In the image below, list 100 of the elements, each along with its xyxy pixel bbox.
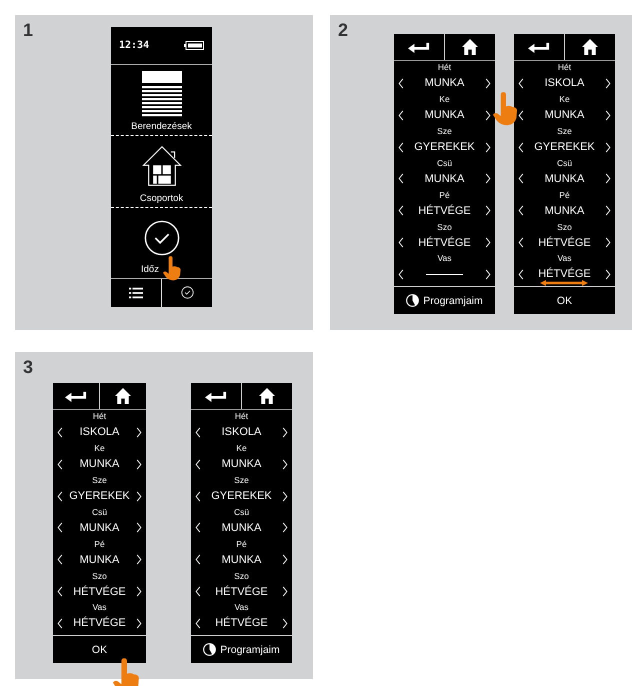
chevron-left-icon[interactable] (195, 618, 201, 629)
chevron-right-icon[interactable] (604, 205, 611, 216)
day-program-value: HÉTVÉGE (418, 204, 471, 217)
chevron-left-icon[interactable] (518, 78, 524, 89)
chevron-left-icon[interactable] (398, 110, 404, 121)
chevron-right-icon[interactable] (136, 522, 142, 534)
day-program-value: ISKOLA (544, 77, 584, 90)
chevron-left-icon[interactable] (398, 237, 404, 248)
day-program-value: HÉTVÉGE (538, 268, 591, 280)
menu-item[interactable]: Csoportok (111, 135, 212, 207)
day-program-value: HÉTVÉGE (418, 236, 471, 249)
chevron-right-icon[interactable] (485, 142, 491, 153)
day-program-value: MUNKA (222, 554, 262, 566)
menu-label: Berendezések (131, 121, 192, 132)
return-arrow-icon (65, 390, 87, 402)
day-program-value: MUNKA (80, 458, 120, 470)
chevron-right-icon[interactable] (282, 426, 288, 438)
chevron-right-icon[interactable] (484, 78, 491, 89)
chevron-right-icon[interactable] (282, 554, 288, 566)
pointing-hand-icon (163, 256, 182, 281)
chevron-left-icon[interactable] (518, 237, 524, 248)
menu-label: Csoportok (140, 192, 184, 204)
chevron-right-icon[interactable] (484, 205, 491, 216)
chevron-right-icon[interactable] (484, 110, 491, 121)
day-label: Szo (437, 222, 452, 233)
chevron-left-icon[interactable] (398, 173, 404, 184)
chevron-left-icon[interactable] (195, 554, 201, 566)
day-label: Ke (439, 94, 450, 106)
menu-item[interactable]: Berendezések (111, 65, 212, 136)
chevron-left-icon[interactable] (57, 618, 63, 629)
day-program-value: MUNKA (544, 109, 584, 122)
day-label: Vas (92, 602, 107, 614)
day-program-value: HÉTVÉGE (215, 586, 268, 598)
chevron-left-icon[interactable] (195, 458, 201, 470)
chevron-left-icon[interactable] (195, 522, 201, 534)
day-label: Csü (556, 158, 572, 169)
chevron-right-icon[interactable] (605, 78, 611, 89)
empty-value-line (426, 274, 463, 275)
chevron-right-icon[interactable] (136, 618, 142, 629)
chevron-right-icon[interactable] (136, 426, 142, 438)
chevron-left-icon[interactable] (195, 586, 201, 598)
chevron-right-icon[interactable] (282, 490, 288, 502)
day-label: Csü (92, 506, 108, 518)
home-icon (582, 39, 598, 55)
list-icon (129, 286, 143, 299)
chevron-right-icon[interactable] (282, 586, 288, 598)
chevron-left-icon[interactable] (57, 458, 63, 470)
chevron-right-icon[interactable] (484, 173, 491, 184)
day-label: Sze (234, 475, 249, 486)
day-label: Ke (236, 443, 247, 454)
chevron-left-icon[interactable] (518, 268, 524, 280)
chevron-right-icon[interactable] (604, 237, 611, 248)
chevron-right-icon[interactable] (604, 268, 611, 280)
day-label: Pé (94, 538, 105, 550)
day-label: Ke (94, 443, 105, 454)
chevron-left-icon[interactable] (57, 490, 63, 502)
chevron-left-icon[interactable] (398, 142, 404, 153)
chevron-left-icon[interactable] (398, 78, 404, 89)
day-label: Hét (438, 62, 452, 74)
blind-icon (142, 71, 182, 118)
chevron-left-icon[interactable] (195, 490, 201, 502)
chevron-left-icon[interactable] (518, 173, 524, 184)
chevron-right-icon[interactable] (282, 618, 288, 629)
home-icon (115, 388, 131, 404)
chevron-right-icon[interactable] (604, 110, 611, 121)
chevron-left-icon[interactable] (195, 426, 201, 438)
day-label: Csü (436, 158, 452, 169)
chevron-right-icon[interactable] (604, 173, 611, 184)
day-program-value: GYEREKEK (414, 141, 475, 154)
chevron-left-icon[interactable] (57, 426, 63, 438)
day-label: Hét (92, 411, 106, 422)
chevron-left-icon[interactable] (57, 554, 63, 566)
chevron-right-icon[interactable] (282, 522, 288, 534)
chevron-left-icon[interactable] (57, 522, 63, 534)
chevron-left-icon[interactable] (398, 268, 404, 280)
chevron-right-icon[interactable] (484, 237, 491, 248)
chevron-left-icon[interactable] (518, 110, 524, 121)
chevron-left-icon[interactable] (518, 205, 524, 216)
day-program-value: MUNKA (544, 172, 584, 185)
chevron-right-icon[interactable] (282, 458, 288, 470)
day-label: Szo (234, 570, 249, 582)
day-program-value: ISKOLA (80, 426, 120, 438)
chevron-left-icon[interactable] (398, 205, 404, 216)
chevron-right-icon[interactable] (136, 586, 142, 598)
day-program-value: GYEREKEK (211, 490, 272, 502)
chevron-left-icon[interactable] (518, 142, 524, 153)
chevron-right-icon[interactable] (605, 142, 611, 153)
day-label: Ke (559, 94, 570, 106)
day-program-value: MUNKA (424, 109, 464, 122)
menu-label: Időz (140, 264, 159, 275)
day-label: Vas (437, 253, 452, 264)
chevron-left-icon[interactable] (57, 586, 63, 598)
return-arrow-icon (528, 41, 550, 53)
chevron-right-icon[interactable] (136, 490, 142, 502)
day-label: Pé (559, 190, 570, 201)
chevron-right-icon[interactable] (485, 268, 491, 280)
chevron-right-icon[interactable] (136, 554, 142, 566)
day-label: Sze (92, 475, 107, 486)
battery-icon (184, 41, 204, 50)
chevron-right-icon[interactable] (136, 458, 142, 470)
